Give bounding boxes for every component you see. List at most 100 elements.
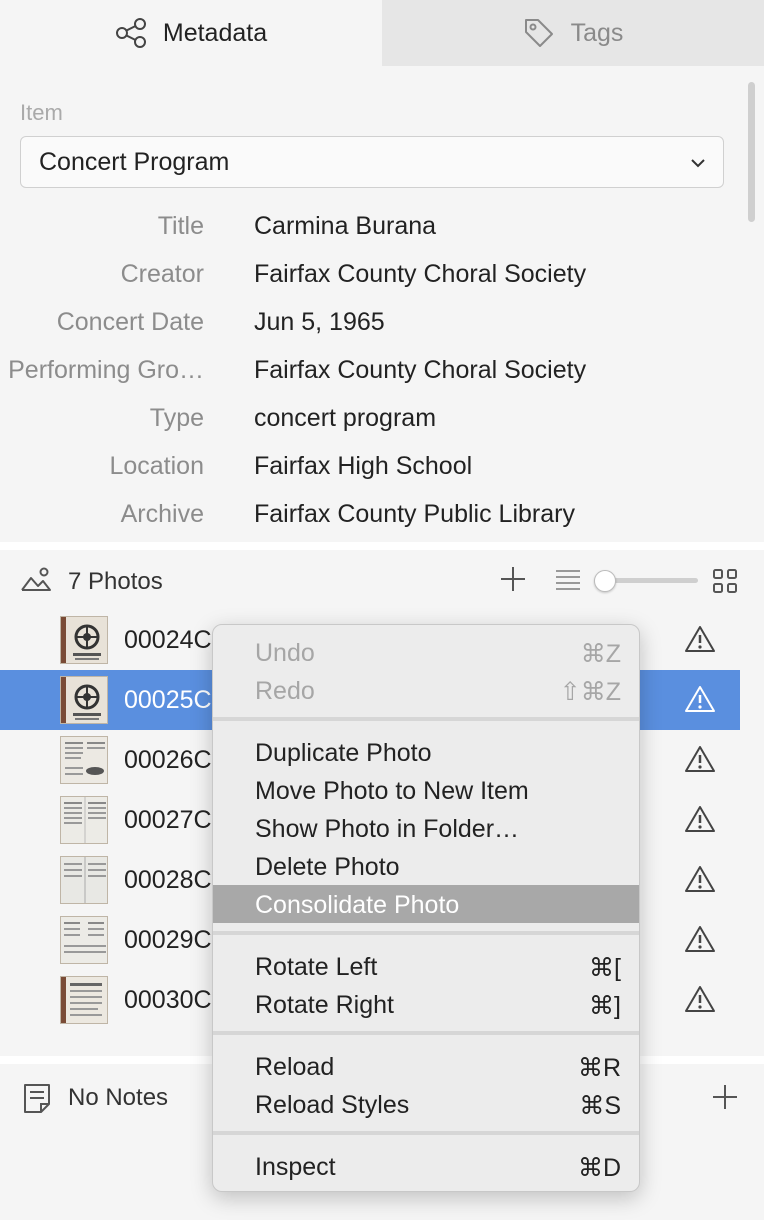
field-label: Location (109, 452, 204, 480)
field-location: Location Fairfax High School (0, 452, 740, 492)
add-photo-button[interactable] (498, 564, 528, 599)
menu-item-label: Duplicate Photo (255, 739, 432, 767)
section-divider (0, 542, 764, 550)
menu-item-redo[interactable]: Redo ⇧⌘Z (213, 671, 639, 709)
menu-item-label: Rotate Right (255, 991, 394, 1019)
photo-thumbnail (60, 676, 108, 724)
field-value[interactable]: Fairfax County Choral Society (254, 356, 586, 385)
photo-name: 00028C (124, 866, 212, 894)
thumbnail-size-slider[interactable] (594, 570, 698, 592)
chevron-down-icon (689, 151, 707, 180)
photos-header: 7 Photos (0, 550, 764, 610)
field-value[interactable]: Jun 5, 1965 (254, 308, 385, 337)
field-value[interactable]: Fairfax County Public Library (254, 500, 575, 529)
menu-item-shortcut: ⌘[ (589, 954, 621, 982)
warning-icon[interactable] (684, 744, 716, 779)
item-type-select[interactable]: Concert Program (20, 136, 724, 188)
field-value[interactable]: Carmina Burana (254, 212, 436, 241)
menu-item-reload-styles[interactable]: Reload Styles ⌘S (213, 1085, 639, 1123)
menu-item-duplicate-photo[interactable]: Duplicate Photo (213, 733, 639, 771)
list-view-icon[interactable] (554, 568, 582, 597)
metadata-panel: Item Concert Program Title Carmina Buran… (0, 66, 764, 542)
menu-item-label: Delete Photo (255, 853, 400, 881)
photo-thumbnail (60, 976, 108, 1024)
menu-item-rotate-left[interactable]: Rotate Left ⌘[ (213, 947, 639, 985)
tag-icon (523, 17, 555, 49)
menu-item-label: Reload Styles (255, 1091, 410, 1119)
warning-icon[interactable] (684, 684, 716, 719)
tab-tags[interactable]: Tags (382, 0, 764, 66)
photo-thumbnail (60, 856, 108, 904)
menu-item-undo[interactable]: Undo ⌘Z (213, 633, 639, 671)
warning-icon[interactable] (684, 804, 716, 839)
item-type-value: Concert Program (39, 147, 230, 176)
tab-metadata-label: Metadata (162, 18, 268, 47)
note-icon (22, 1082, 52, 1119)
menu-item-label: Rotate Left (255, 953, 378, 981)
add-note-button[interactable] (710, 1082, 740, 1117)
photo-thumbnail (60, 916, 108, 964)
field-label: Concert Date (56, 308, 204, 336)
tab-metadata[interactable]: Metadata (0, 0, 382, 66)
field-value[interactable]: Fairfax High School (254, 452, 472, 481)
context-menu: Undo ⌘Z Redo ⇧⌘Z Duplicate Photo Move Ph… (212, 624, 640, 1192)
menu-item-label: Consolidate Photo (255, 891, 460, 919)
field-label: Performing Gro… (8, 356, 204, 384)
menu-item-consolidate-photo[interactable]: Consolidate Photo (213, 885, 639, 923)
field-title: Title Carmina Burana (0, 212, 740, 252)
menu-item-label: Reload (255, 1053, 335, 1081)
notes-title: No Notes (68, 1084, 169, 1111)
photo-name: 00027C (124, 806, 212, 834)
slider-thumb[interactable] (594, 570, 616, 592)
menu-item-rotate-right[interactable]: Rotate Right ⌘] (213, 985, 639, 1023)
tab-bar: Metadata Tags (0, 0, 764, 66)
field-type: Type concert program (0, 404, 740, 444)
photo-landscape-icon (20, 566, 52, 599)
menu-item-move-photo[interactable]: Move Photo to New Item (213, 771, 639, 809)
menu-separator (213, 1031, 639, 1035)
tab-tags-label: Tags (570, 18, 624, 47)
field-label: Title (157, 212, 204, 240)
menu-item-label: Inspect (255, 1153, 336, 1181)
warning-icon[interactable] (684, 984, 716, 1019)
field-creator: Creator Fairfax County Choral Society (0, 260, 740, 300)
photo-thumbnail (60, 736, 108, 784)
menu-item-label: Undo (255, 639, 315, 667)
photo-thumbnail (60, 796, 108, 844)
menu-item-shortcut: ⇧⌘Z (559, 678, 621, 706)
warning-icon[interactable] (684, 924, 716, 959)
menu-item-shortcut: ⌘R (577, 1054, 621, 1082)
photo-name: 00030C (124, 986, 212, 1014)
field-value[interactable]: concert program (254, 404, 436, 433)
menu-item-label: Redo (255, 677, 315, 705)
menu-separator (213, 931, 639, 935)
photo-name: 00024C (124, 626, 212, 654)
photo-thumbnail (60, 616, 108, 664)
menu-item-reload[interactable]: Reload ⌘R (213, 1047, 639, 1085)
menu-item-show-in-folder[interactable]: Show Photo in Folder… (213, 809, 639, 847)
warning-icon[interactable] (684, 624, 716, 659)
photo-name: 00025C (124, 686, 212, 714)
photos-count: 7 Photos (68, 568, 163, 595)
photo-name: 00026C (124, 746, 212, 774)
field-label: Creator (120, 260, 204, 288)
menu-item-label: Move Photo to New Item (255, 777, 529, 805)
grid-view-icon[interactable] (712, 568, 738, 599)
field-label: Type (149, 404, 204, 432)
menu-item-shortcut: ⌘S (579, 1092, 621, 1120)
menu-separator (213, 717, 639, 721)
menu-item-shortcut: ⌘] (589, 992, 621, 1020)
menu-separator (213, 1131, 639, 1135)
photo-name: 00029C (124, 926, 212, 954)
menu-item-delete-photo[interactable]: Delete Photo (213, 847, 639, 885)
field-value[interactable]: Fairfax County Choral Society (254, 260, 586, 289)
field-concert-date: Concert Date Jun 5, 1965 (0, 308, 740, 348)
menu-item-shortcut: ⌘Z (580, 640, 621, 668)
item-label: Item (20, 100, 63, 125)
menu-item-label: Show Photo in Folder… (255, 815, 520, 843)
metadata-scrollbar[interactable] (748, 82, 755, 222)
field-performing-group: Performing Gro… Fairfax County Choral So… (0, 356, 740, 396)
menu-item-inspect[interactable]: Inspect ⌘D (213, 1147, 639, 1185)
warning-icon[interactable] (684, 864, 716, 899)
field-archive: Archive Fairfax County Public Library (0, 500, 740, 540)
